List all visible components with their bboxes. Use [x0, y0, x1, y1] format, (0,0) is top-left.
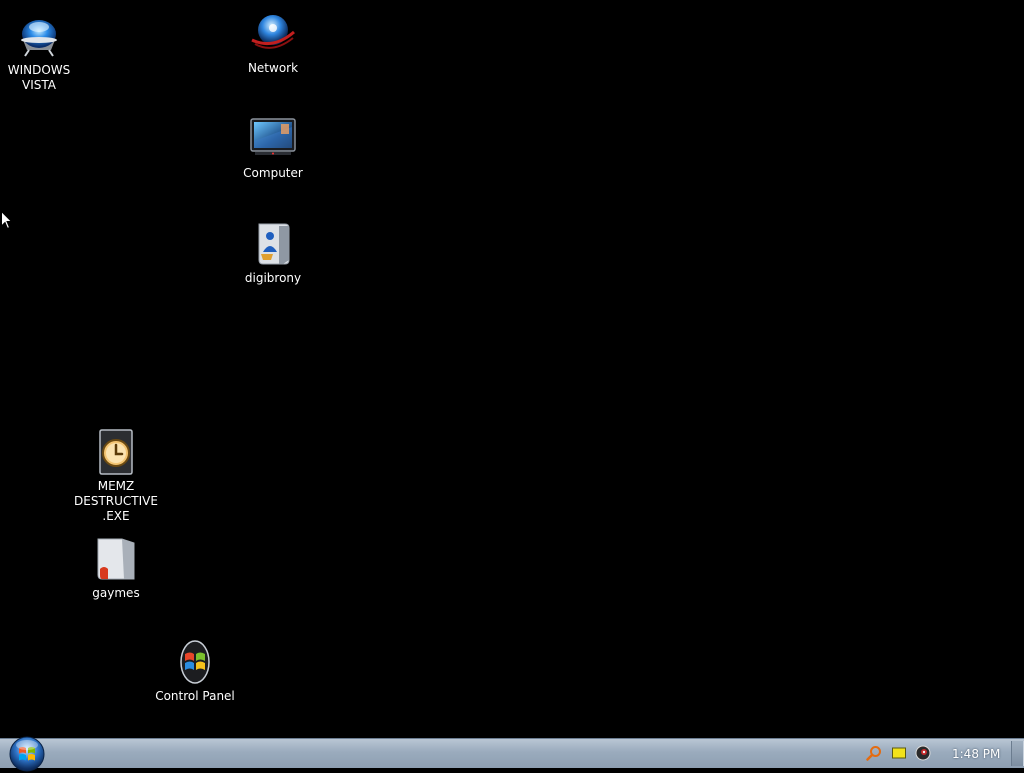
desktop-icon-label: WINDOWS VISTA — [7, 63, 71, 92]
desktop-icon-network[interactable]: Network — [225, 10, 321, 76]
desktop-icon-label: Network — [247, 61, 299, 75]
user-folder-icon — [249, 220, 297, 268]
desktop-icon-label: Computer — [243, 166, 303, 180]
start-button[interactable] — [8, 735, 46, 773]
desktop-icon-control-panel[interactable]: Control Panel — [147, 638, 243, 704]
desktop-icon-label: gaymes — [92, 586, 140, 600]
volume-icon[interactable] — [915, 745, 931, 761]
search-icon[interactable] — [866, 745, 882, 761]
folder-icon — [92, 535, 140, 583]
executable-file-icon — [92, 428, 140, 476]
show-desktop-button[interactable] — [1011, 741, 1024, 766]
desktop-icon-memz-destructive-exe[interactable]: MEMZ DESTRUCTIVE .EXE — [68, 428, 164, 524]
desktop-icon-windows-vista[interactable]: WINDOWS VISTA — [0, 12, 87, 93]
desktop-icon-gaymes[interactable]: gaymes — [68, 535, 164, 601]
control-panel-icon — [171, 638, 219, 686]
mouse-pointer-icon — [0, 210, 13, 230]
desktop-icon-computer[interactable]: Computer — [225, 115, 321, 181]
desktop[interactable]: WINDOWS VISTA Network Computer digibrony… — [0, 0, 1024, 738]
desktop-icon-label: MEMZ DESTRUCTIVE .EXE — [74, 479, 158, 523]
desktop-icon-label: digibrony — [244, 271, 302, 285]
taskbar: 1:48 PM — [0, 736, 1024, 772]
computer-monitor-icon — [249, 115, 297, 163]
desktop-icon-label: Control Panel — [155, 689, 235, 703]
vista-orb-icon — [15, 12, 63, 60]
desktop-icon-digibrony[interactable]: digibrony — [225, 220, 321, 286]
network-globe-icon — [249, 10, 297, 58]
message-icon[interactable] — [891, 745, 907, 761]
windows-orb-icon — [9, 736, 45, 772]
taskbar-clock[interactable]: 1:48 PM — [952, 747, 1000, 761]
